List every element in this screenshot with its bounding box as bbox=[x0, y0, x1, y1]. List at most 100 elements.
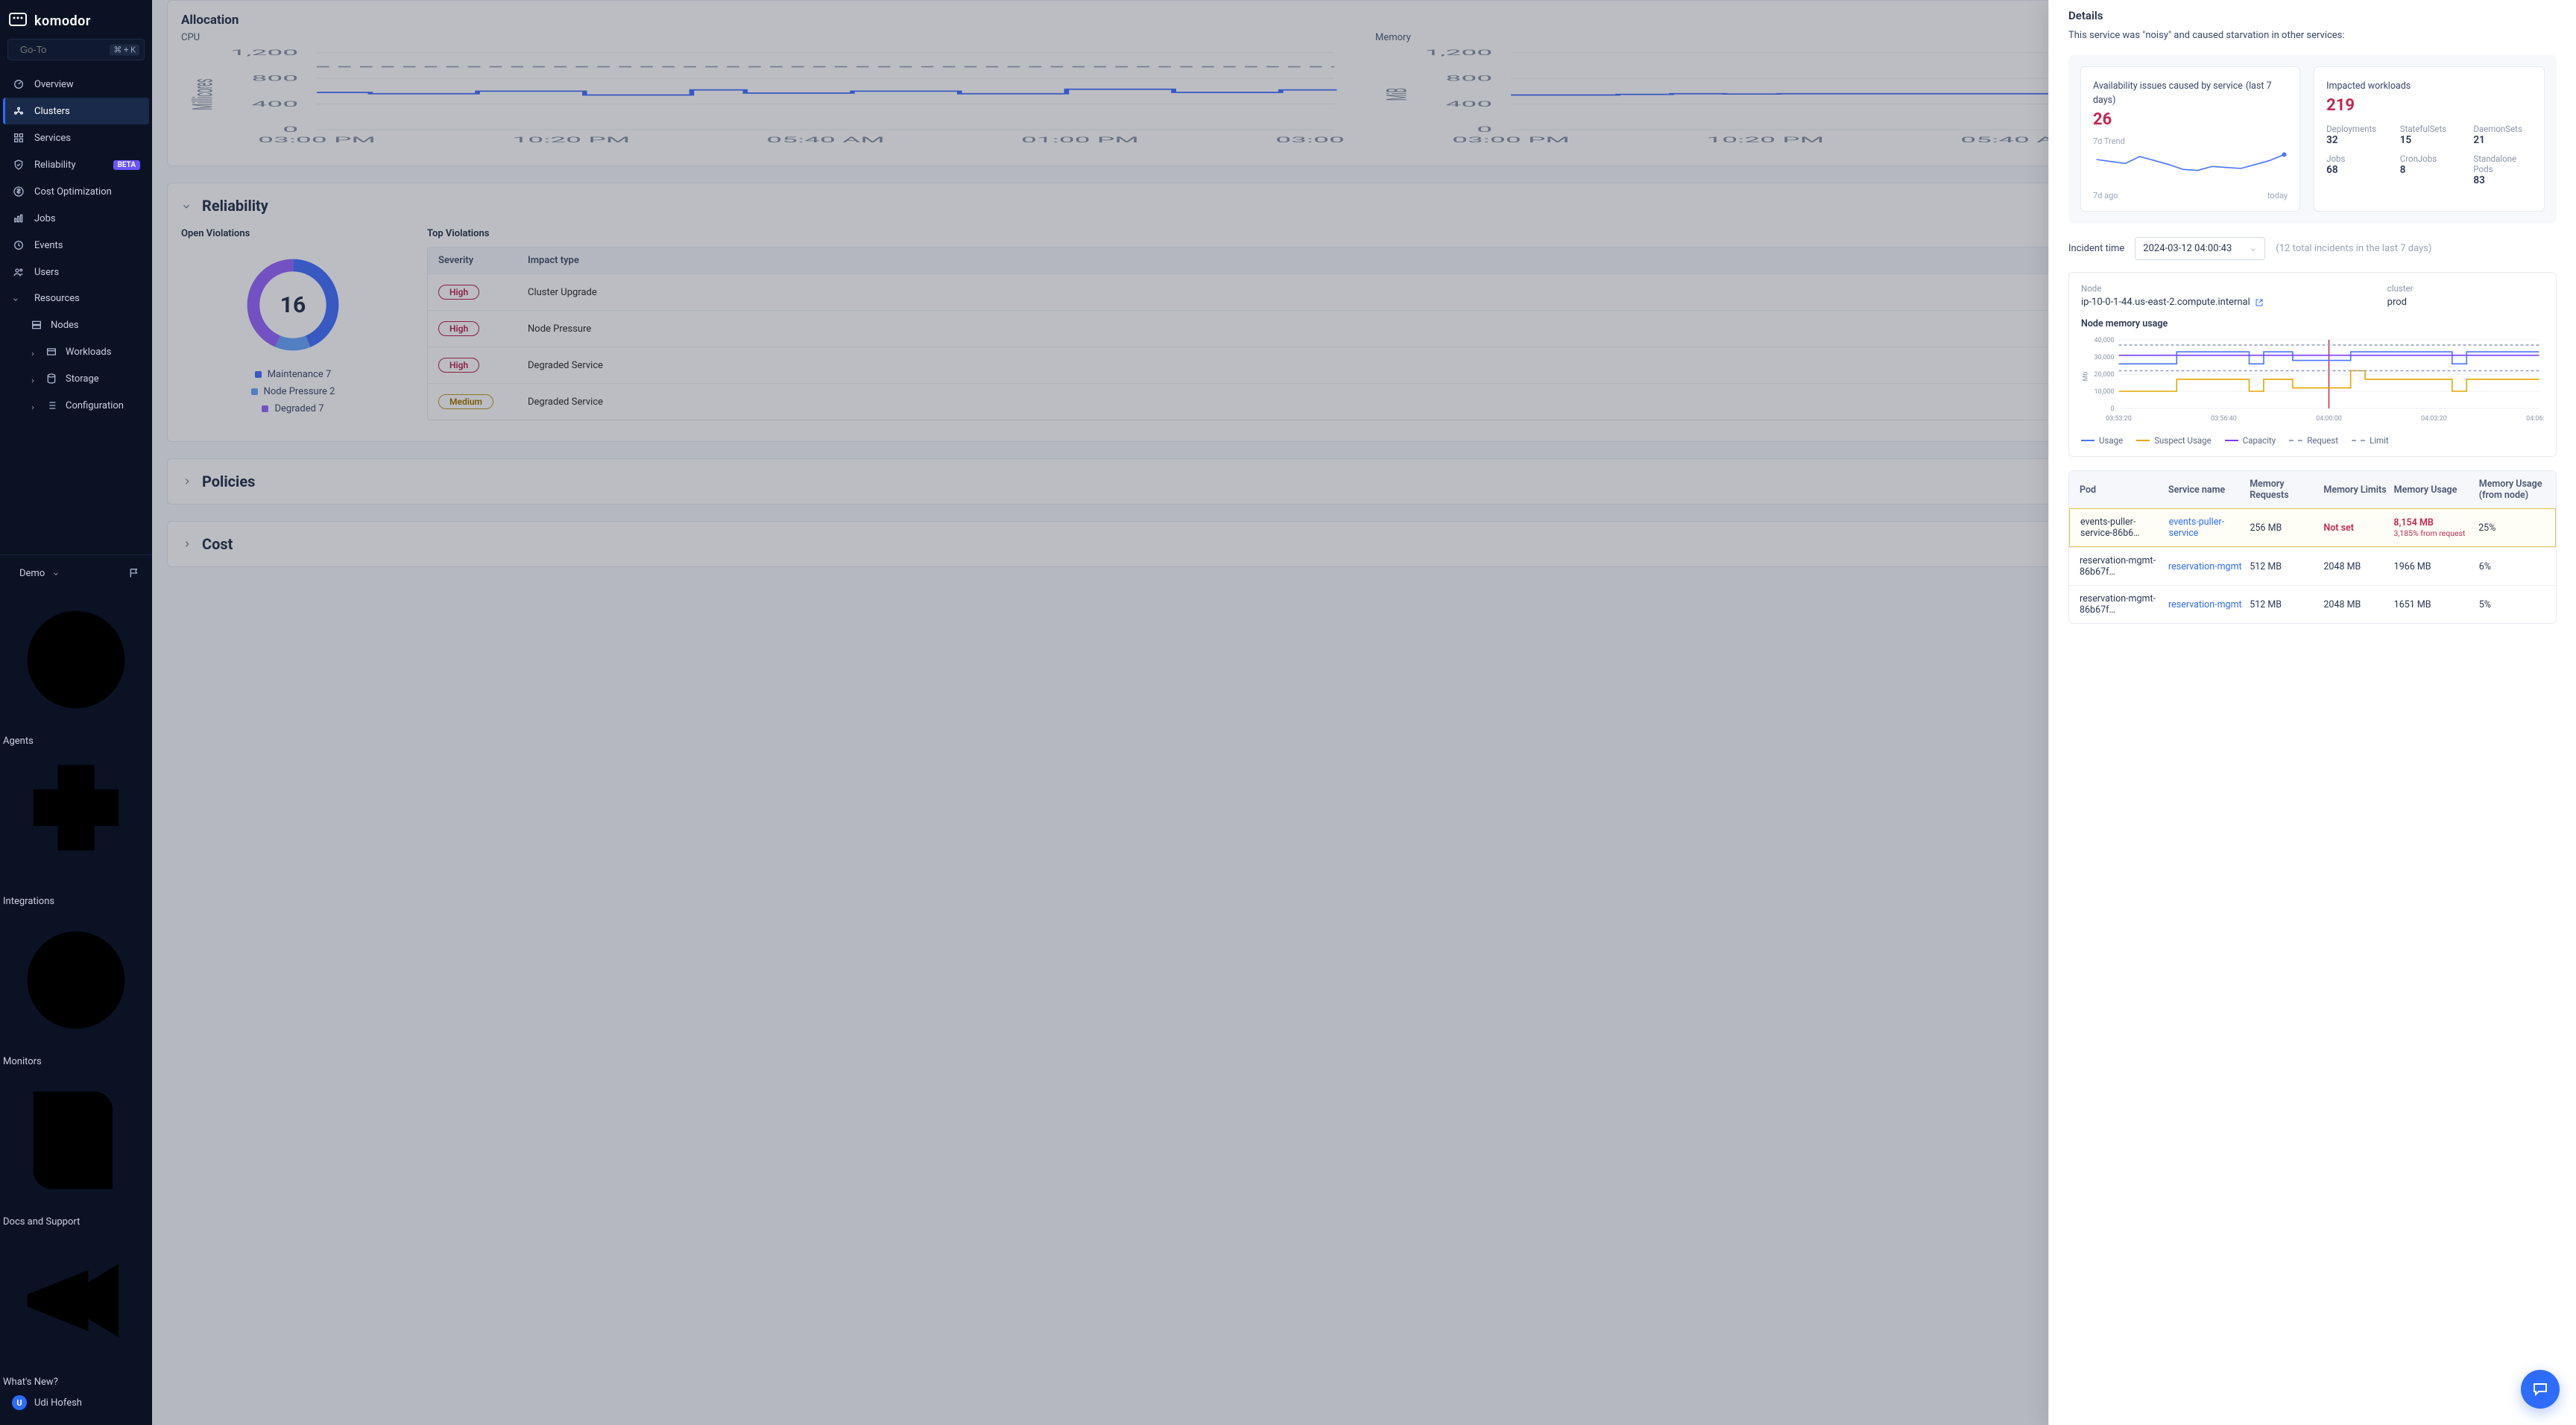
severity-pill: High bbox=[438, 285, 479, 300]
nav-configuration[interactable]: Configuration bbox=[3, 392, 149, 419]
list-icon bbox=[45, 399, 58, 412]
node-card: Node ip-10-0-1-44.us-east-2.compute.inte… bbox=[2068, 272, 2557, 457]
details-description: This service was "noisy" and caused star… bbox=[2068, 30, 2557, 41]
goto-search[interactable]: ⌘ + K bbox=[7, 39, 145, 60]
nav-cost[interactable]: Cost Optimization bbox=[3, 178, 149, 205]
svg-text:16: 16 bbox=[280, 292, 306, 318]
brand: komodor bbox=[0, 0, 152, 39]
svg-text:04:03:20: 04:03:20 bbox=[2421, 415, 2447, 423]
availability-card: Availability issues caused by service (l… bbox=[2080, 66, 2300, 212]
svg-text:MiB: MiB bbox=[1380, 88, 1413, 101]
nav-integrations[interactable]: Integrations bbox=[3, 747, 149, 907]
nav-docs[interactable]: Docs and Support bbox=[3, 1067, 149, 1227]
incident-time-label: Incident time bbox=[2068, 243, 2124, 254]
server-icon bbox=[30, 318, 43, 332]
chevron-down-icon bbox=[12, 295, 19, 303]
svg-text:0: 0 bbox=[282, 125, 298, 133]
nav-overview[interactable]: Overview bbox=[3, 71, 149, 98]
nav-whatsnew[interactable]: What's New? bbox=[3, 1227, 149, 1388]
workload-type: Jobs bbox=[2326, 154, 2385, 164]
user-menu[interactable]: U Udi Hofesh bbox=[3, 1388, 149, 1418]
svg-text:30,000: 30,000 bbox=[2094, 354, 2114, 361]
workload-value: 8 bbox=[2400, 164, 2459, 176]
chevron-down-icon bbox=[52, 569, 60, 577]
nav-clusters-label: Clusters bbox=[34, 106, 70, 117]
legend-label: Maintenance 7 bbox=[268, 369, 332, 380]
nav-configuration-label: Configuration bbox=[66, 400, 124, 411]
gauge-icon bbox=[12, 78, 25, 91]
nav-clusters[interactable]: Clusters bbox=[3, 98, 149, 124]
cluster-icon bbox=[12, 104, 25, 118]
mem-req: 512 MB bbox=[2250, 561, 2316, 572]
workspace-label: Demo bbox=[19, 568, 45, 579]
severity-pill: High bbox=[438, 321, 479, 336]
nav-workloads[interactable]: Workloads bbox=[3, 338, 149, 365]
legend-swatch bbox=[262, 405, 268, 412]
nav-monitors[interactable]: Monitors bbox=[3, 907, 149, 1067]
incident-time-select[interactable]: 2024-03-12 04:00:43 bbox=[2135, 237, 2265, 260]
svg-text:05:40 AM: 05:40 AM bbox=[766, 136, 885, 144]
nav-whatsnew-label: What's New? bbox=[3, 1377, 58, 1388]
nav-users[interactable]: Users bbox=[3, 259, 149, 285]
legend-swatch bbox=[251, 388, 258, 395]
workload-type: CronJobs bbox=[2400, 154, 2459, 164]
nav-events[interactable]: Events bbox=[3, 232, 149, 259]
incident-time-row: Incident time 2024-03-12 04:00:43 (12 to… bbox=[2068, 237, 2557, 260]
cluster-value: prod bbox=[2387, 297, 2544, 308]
legend-line-icon bbox=[2136, 440, 2150, 441]
node-label: Node bbox=[2081, 283, 2373, 294]
svg-text:10,000: 10,000 bbox=[2094, 388, 2114, 396]
legend-label: Node Pressure 2 bbox=[264, 386, 335, 397]
database-icon bbox=[45, 372, 58, 385]
chat-fab[interactable] bbox=[2521, 1370, 2560, 1409]
svg-text:Mb: Mb bbox=[2083, 372, 2090, 382]
trend-sparkline bbox=[2093, 146, 2288, 188]
service-link[interactable]: reservation-mgmt bbox=[2168, 561, 2242, 572]
pod-row[interactable]: events-puller-service-86b6… events-pulle… bbox=[2069, 508, 2556, 547]
workload-value: 68 bbox=[2326, 164, 2385, 176]
nav-resources-label: Resources bbox=[34, 293, 80, 304]
node-link[interactable]: ip-10-0-1-44.us-east-2.compute.internal bbox=[2081, 297, 2250, 308]
pod-name: events-puller-service-86b6… bbox=[2080, 516, 2162, 539]
nav-storage[interactable]: Storage bbox=[3, 365, 149, 392]
service-link[interactable]: reservation-mgmt bbox=[2168, 599, 2242, 610]
nav-services[interactable]: Services bbox=[3, 124, 149, 151]
svg-text:Millicores: Millicores bbox=[186, 79, 219, 110]
service-link[interactable]: events-puller-service bbox=[2169, 516, 2224, 539]
legend-request: Request bbox=[2307, 435, 2338, 446]
mem-lim: 2048 MB bbox=[2323, 599, 2386, 610]
workload-stat: Jobs68 bbox=[2326, 154, 2385, 186]
trend-title: 7d Trend bbox=[2093, 136, 2288, 146]
svg-text:03:00 PM: 03:00 PM bbox=[1452, 136, 1570, 144]
nav-agents-label: Agents bbox=[3, 736, 34, 747]
workload-type: Standalone Pods bbox=[2473, 154, 2532, 174]
nav-jobs[interactable]: Jobs bbox=[3, 205, 149, 232]
clock-icon bbox=[12, 238, 25, 252]
legend-swatch bbox=[255, 371, 262, 378]
workload-value: 83 bbox=[2473, 174, 2532, 186]
nav-integrations-label: Integrations bbox=[3, 896, 54, 907]
details-drawer: Details This service was "noisy" and cau… bbox=[2048, 0, 2576, 1425]
workspace-switcher[interactable]: Demo bbox=[12, 568, 60, 579]
mem-req: 256 MB bbox=[2250, 522, 2316, 534]
chevron-right-icon bbox=[30, 402, 36, 408]
collapse-icon[interactable] bbox=[181, 200, 192, 211]
external-link-icon[interactable] bbox=[2255, 298, 2264, 307]
nav-monitors-label: Monitors bbox=[3, 1056, 42, 1067]
nav-agents[interactable]: Agents bbox=[3, 587, 149, 747]
nav-nodes[interactable]: Nodes bbox=[3, 312, 149, 338]
severity-pill: High bbox=[438, 358, 479, 373]
svg-text:1,200: 1,200 bbox=[1424, 48, 1492, 57]
dollar-icon bbox=[12, 185, 25, 198]
mem-lim: Not set bbox=[2323, 522, 2386, 534]
flag-icon[interactable] bbox=[128, 567, 140, 579]
pod-row[interactable]: reservation-mgmt-86b67f… reservation-mgm… bbox=[2069, 585, 2556, 623]
pod-row[interactable]: reservation-mgmt-86b67f… reservation-mgm… bbox=[2069, 547, 2556, 585]
th-usage: Memory Usage bbox=[2394, 484, 2472, 496]
nav-group-resources[interactable]: Resources bbox=[3, 285, 149, 312]
workload-value: 15 bbox=[2400, 134, 2459, 146]
nav-reliability[interactable]: Reliability BETA bbox=[3, 151, 149, 178]
pod-name: reservation-mgmt-86b67f… bbox=[2080, 593, 2161, 616]
beta-badge: BETA bbox=[113, 160, 140, 170]
workload-icon bbox=[45, 345, 58, 358]
